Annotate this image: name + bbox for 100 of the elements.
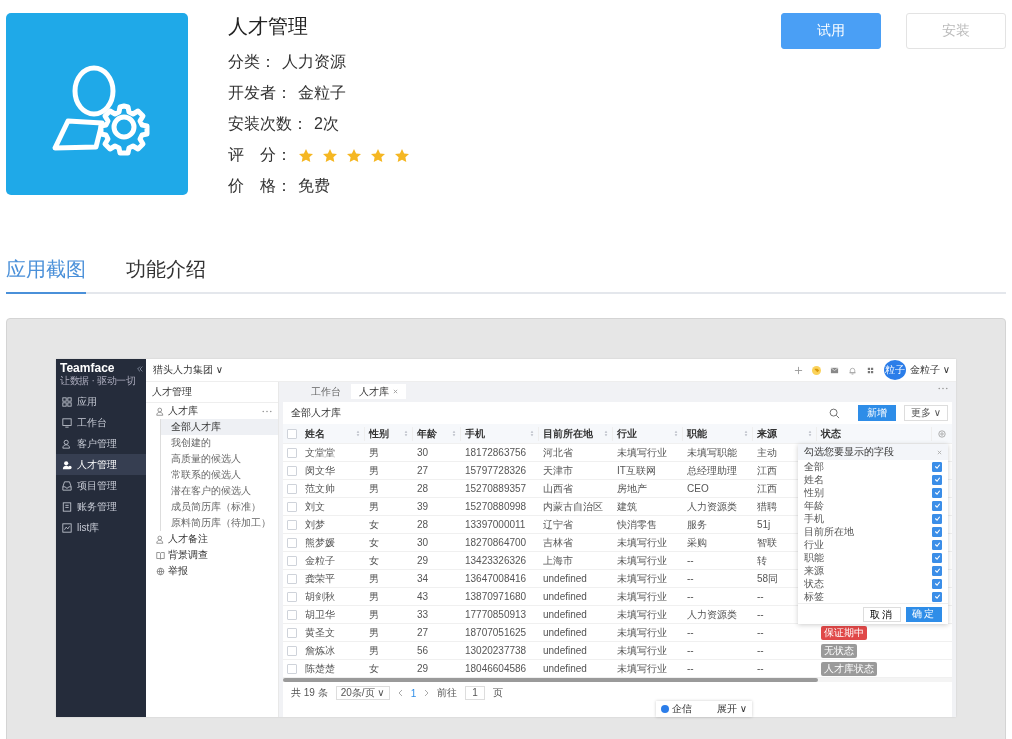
- checkbox[interactable]: [932, 591, 942, 602]
- expand-link[interactable]: 展开 ∨: [716, 702, 747, 716]
- chat-widget[interactable]: 企信 展开 ∨: [656, 701, 752, 717]
- sort-icon[interactable]: [808, 430, 812, 437]
- more-button[interactable]: 更多 ∨: [903, 405, 948, 421]
- tree-item[interactable]: 潜在客户的候选人: [160, 483, 278, 499]
- checkbox[interactable]: [287, 501, 297, 512]
- grid-icon[interactable]: [865, 365, 875, 375]
- user-icon: [62, 438, 72, 449]
- plus-icon[interactable]: [793, 365, 803, 375]
- page-input[interactable]: 1: [465, 686, 485, 700]
- tree-item[interactable]: 举报: [156, 563, 188, 579]
- checkbox[interactable]: [287, 555, 297, 566]
- table-cell: --: [687, 645, 694, 656]
- nav-item[interactable]: list库: [56, 517, 146, 538]
- column-header[interactable]: 状态: [817, 426, 932, 441]
- more-icon[interactable]: [938, 387, 948, 390]
- checkbox[interactable]: [932, 513, 942, 524]
- tree-item[interactable]: 原料简历库（待加工）: [160, 515, 278, 531]
- table-cell: 女: [369, 535, 379, 550]
- tree-item[interactable]: 我创建的: [160, 435, 278, 451]
- column-header[interactable]: 姓名: [301, 426, 365, 441]
- scrollbar[interactable]: [283, 678, 819, 682]
- table-cell: 27: [417, 465, 429, 476]
- checkbox[interactable]: [932, 552, 942, 563]
- checkbox[interactable]: [287, 573, 297, 584]
- tree-item[interactable]: 背景调查: [156, 547, 208, 563]
- checkbox[interactable]: [932, 578, 942, 589]
- field-option: 全部: [804, 460, 824, 473]
- tree-item[interactable]: 成员简历库（标准）: [160, 499, 278, 515]
- nav-item[interactable]: 工作台: [56, 412, 146, 433]
- tree-item[interactable]: 全部人才库: [160, 419, 278, 435]
- nav-item[interactable]: 项目管理: [56, 475, 146, 496]
- checkbox[interactable]: [287, 483, 297, 494]
- nav-item[interactable]: 人才管理: [56, 454, 146, 475]
- collapse-icon[interactable]: [136, 365, 144, 373]
- column-header[interactable]: 年龄: [413, 426, 461, 441]
- mail-icon[interactable]: [829, 365, 839, 375]
- sort-icon[interactable]: [404, 430, 408, 437]
- checkbox[interactable]: [287, 591, 297, 602]
- checkbox[interactable]: [932, 487, 942, 498]
- checkbox[interactable]: [932, 526, 942, 537]
- checkbox[interactable]: [287, 447, 297, 458]
- checkbox[interactable]: [287, 645, 297, 656]
- cancel-button[interactable]: 取消: [863, 606, 901, 622]
- sort-icon[interactable]: [604, 430, 608, 437]
- checkbox[interactable]: [932, 565, 942, 576]
- table-cell: 快消零售: [617, 517, 657, 532]
- checkbox[interactable]: [287, 627, 297, 638]
- sort-icon[interactable]: [356, 430, 360, 437]
- checkbox[interactable]: [287, 519, 297, 530]
- field-option: 年龄: [804, 499, 824, 512]
- prev-page-icon[interactable]: [397, 689, 403, 697]
- checkbox[interactable]: [287, 663, 297, 674]
- column-header[interactable]: 来源: [753, 426, 817, 441]
- table-cell: 29: [417, 663, 429, 674]
- page-tab[interactable]: 人才库: [351, 384, 406, 399]
- close-icon[interactable]: [393, 389, 398, 394]
- table-cell: 男: [369, 499, 379, 514]
- bell-icon[interactable]: [847, 365, 857, 375]
- sort-icon[interactable]: [530, 430, 534, 437]
- column-header[interactable]: 手机: [461, 426, 539, 441]
- tree-item[interactable]: 高质量的候选人: [160, 451, 278, 467]
- table-cell: IT互联网: [617, 463, 656, 478]
- nav-item[interactable]: 应用: [56, 391, 146, 412]
- sort-icon[interactable]: [452, 430, 456, 437]
- tree-item[interactable]: 人才库: [156, 403, 198, 419]
- checkbox[interactable]: [287, 465, 297, 476]
- tree-item[interactable]: 人才备注: [156, 531, 208, 547]
- nav-item[interactable]: 账务管理: [56, 496, 146, 517]
- checkbox[interactable]: [932, 474, 942, 485]
- column-header[interactable]: 目前所在地: [539, 426, 613, 441]
- table-cell: 江西: [757, 481, 777, 496]
- page-tab[interactable]: 工作台: [303, 384, 349, 399]
- checkbox[interactable]: [287, 428, 297, 439]
- checkbox[interactable]: [932, 500, 942, 511]
- column-header[interactable]: 行业: [613, 426, 683, 441]
- settings-icon[interactable]: [938, 429, 946, 438]
- user-name[interactable]: 金粒子 ∨: [909, 363, 950, 377]
- nav-item[interactable]: 客户管理: [56, 433, 146, 454]
- avatar[interactable]: 粒子: [883, 360, 906, 380]
- table-cell: 上海市: [543, 553, 573, 568]
- tag-icon[interactable]: [811, 365, 821, 375]
- checkbox[interactable]: [932, 461, 942, 472]
- search-icon[interactable]: [828, 407, 840, 419]
- checkbox[interactable]: [932, 539, 942, 550]
- column-header[interactable]: 职能: [683, 426, 753, 441]
- sort-icon[interactable]: [674, 430, 678, 437]
- checkbox[interactable]: [287, 609, 297, 620]
- page-size-select[interactable]: 20条/页 ∨: [335, 686, 390, 700]
- more-icon[interactable]: [262, 410, 272, 413]
- org-switcher[interactable]: 猎头人力集团 ∨: [153, 363, 224, 377]
- tab[interactable]: 功能介绍: [126, 248, 206, 294]
- page-number[interactable]: 1: [410, 687, 417, 699]
- tree-item[interactable]: 常联系的候选人: [160, 467, 278, 483]
- column-header[interactable]: 性别: [365, 426, 413, 441]
- sort-icon[interactable]: [744, 430, 748, 437]
- checkbox[interactable]: [287, 537, 297, 548]
- next-page-icon[interactable]: [424, 689, 430, 697]
- close-icon[interactable]: [937, 449, 942, 455]
